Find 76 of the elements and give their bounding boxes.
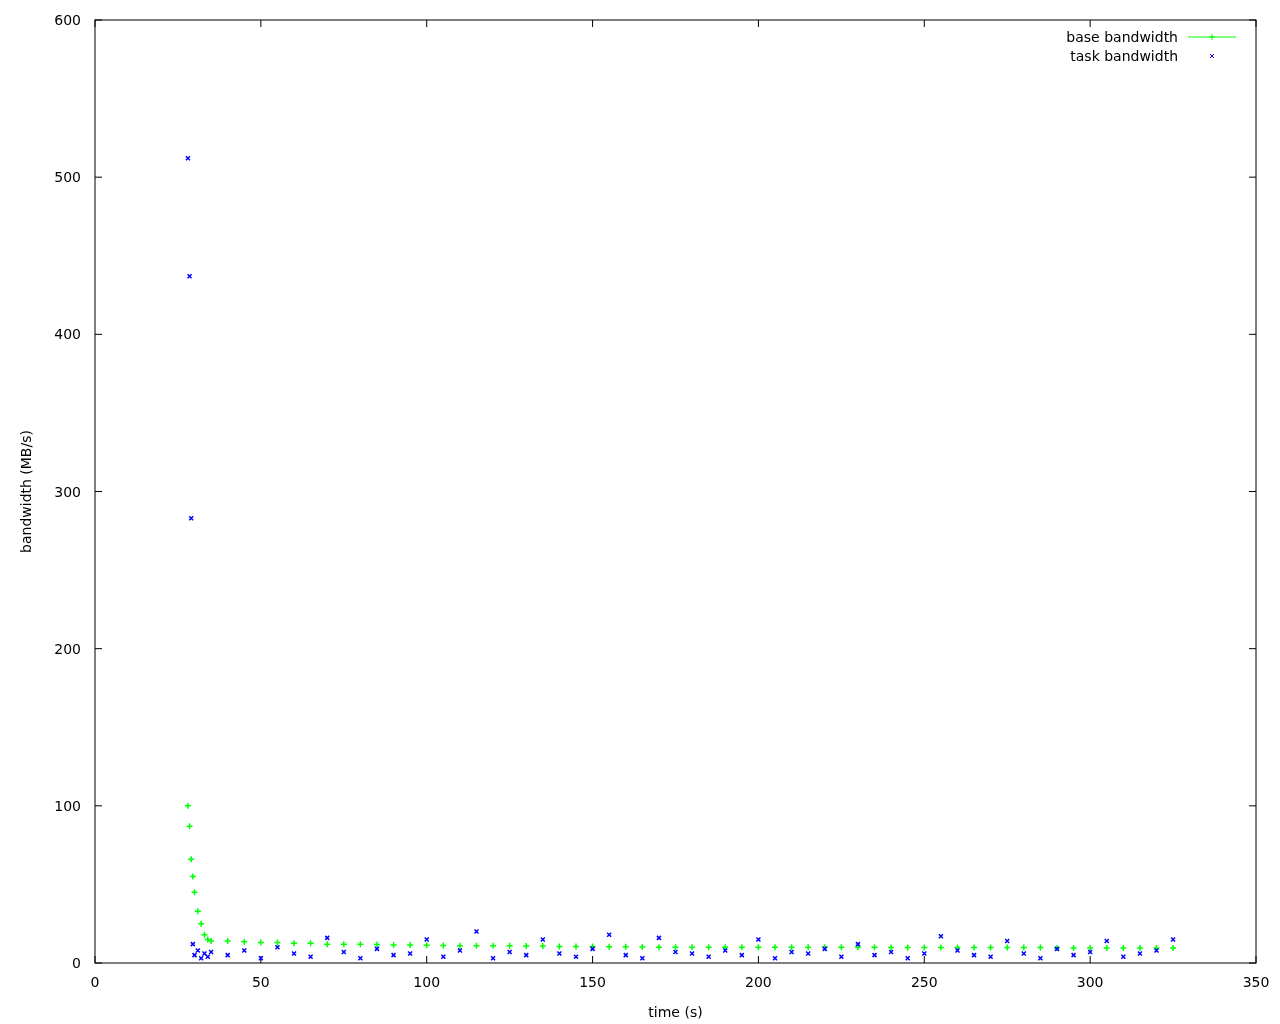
data-point	[655, 943, 663, 952]
data-point	[605, 943, 613, 951]
x-axis-label: time (s)	[648, 1004, 703, 1020]
y-tick-label: 0	[72, 955, 81, 971]
data-point	[754, 943, 763, 952]
data-point	[224, 952, 231, 958]
data-point	[200, 930, 209, 939]
y-tick-label: 500	[54, 169, 81, 186]
data-point	[356, 940, 365, 948]
y-tick-label: 200	[54, 640, 81, 657]
data-point	[189, 872, 197, 881]
y-tick-label: 300	[54, 483, 81, 500]
data-point	[273, 938, 282, 947]
data-point	[938, 933, 944, 940]
legend-line-sample	[1187, 33, 1237, 41]
x-tick-label: 0	[90, 974, 100, 990]
data-point	[490, 955, 496, 962]
y-tick-label: 400	[54, 326, 81, 343]
data-point	[185, 155, 191, 162]
data-point	[523, 952, 529, 958]
data-point	[307, 953, 314, 960]
data-point	[606, 931, 612, 938]
data-point	[1036, 943, 1045, 952]
legend-label: task bandwidth	[1070, 48, 1178, 64]
data-point	[572, 942, 580, 951]
data-point	[257, 938, 265, 947]
data-point	[306, 939, 315, 948]
x-tick-label: 150	[579, 974, 606, 990]
data-point	[185, 822, 194, 830]
data-point	[522, 942, 530, 950]
data-point	[188, 515, 194, 521]
data-point	[837, 943, 846, 952]
data-point	[903, 943, 912, 952]
data-point	[920, 943, 929, 952]
legend-label: base bandwidth	[1066, 29, 1178, 45]
data-point	[258, 955, 264, 962]
data-point	[291, 950, 297, 957]
data-point	[197, 919, 205, 928]
data-point	[638, 943, 647, 951]
data-point	[986, 943, 995, 952]
x-tick-label: 250	[910, 974, 938, 990]
data-point	[704, 943, 713, 952]
data-point	[472, 941, 481, 950]
data-point	[656, 935, 662, 941]
data-point	[473, 928, 480, 935]
x-tick-label: 50	[251, 974, 270, 990]
data-point	[555, 942, 564, 951]
y-tick-label: 100	[54, 797, 81, 814]
data-point	[389, 941, 398, 949]
data-point	[937, 943, 945, 952]
data-point	[186, 273, 193, 279]
legend-point-sample	[1209, 53, 1215, 59]
x-tick-label: 200	[745, 974, 772, 990]
data-point	[440, 953, 447, 960]
x-tick-label: 350	[1242, 974, 1270, 990]
data-point	[290, 939, 298, 948]
data-point	[489, 941, 497, 950]
data-point	[190, 888, 199, 897]
data-point	[390, 952, 397, 958]
data-point	[184, 802, 192, 810]
data-point	[187, 855, 195, 863]
y-axis-label: bandwidth (MB/s)	[18, 430, 34, 553]
x-tick-label: 100	[413, 974, 441, 990]
data-point	[771, 943, 779, 952]
data-point	[639, 955, 646, 962]
data-point	[772, 955, 778, 962]
y-tick-label: 600	[54, 12, 81, 28]
x-tick-label: 300	[1076, 974, 1104, 990]
data-point	[194, 907, 202, 915]
data-point	[223, 937, 232, 945]
data-point	[904, 955, 911, 962]
data-point	[439, 941, 448, 950]
data-point	[1037, 955, 1044, 962]
data-point	[573, 953, 579, 960]
data-point	[357, 955, 364, 962]
data-point	[953, 943, 962, 952]
